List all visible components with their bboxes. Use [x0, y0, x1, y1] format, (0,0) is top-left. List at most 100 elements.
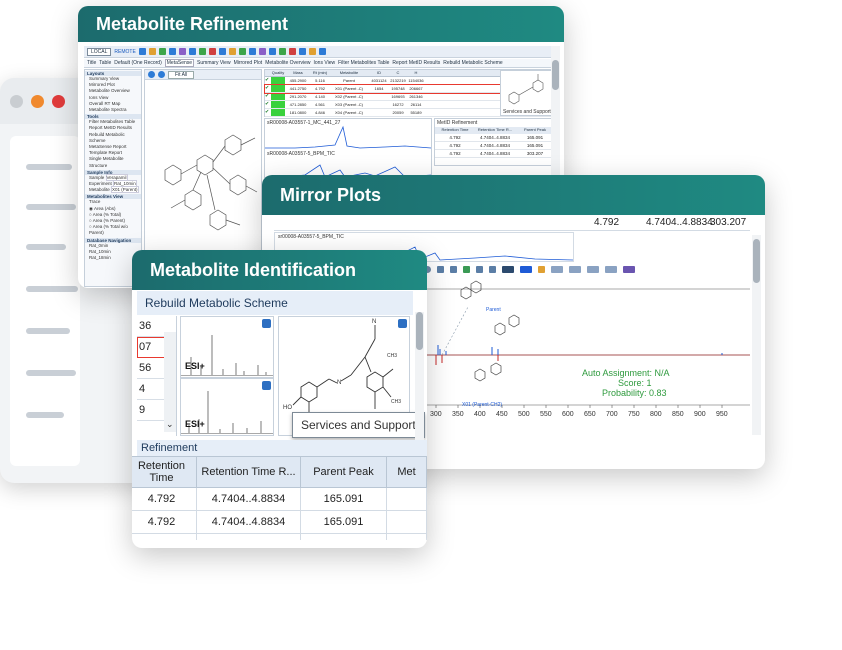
toolbar-icon[interactable] [308, 48, 316, 55]
table-header-cell[interactable]: Retention Time [132, 456, 197, 488]
tab-summary-view[interactable]: Summary View [197, 60, 231, 66]
chart-icon[interactable] [551, 265, 563, 273]
grid-cell: 4.792 [314, 86, 325, 91]
tab-report-metid[interactable]: Report MetID Results [392, 60, 440, 66]
table-cell: 303.207 [300, 533, 387, 540]
table-row[interactable]: 4.792 4.7404..4.8834 165.091 [132, 510, 427, 534]
chevron-down-icon[interactable]: ⌄ [166, 419, 174, 430]
peak-icon[interactable] [463, 265, 470, 273]
toolbar-icon[interactable] [248, 48, 256, 55]
toolbar-icon[interactable] [208, 48, 216, 55]
table-row[interactable]: 4.7924.7404..4.8834303.207 [132, 533, 427, 540]
toolbar-icon[interactable] [268, 48, 276, 55]
toolbar-icon[interactable] [168, 48, 176, 55]
tab-rebuild-scheme[interactable]: Rebuild Metabolic Scheme [443, 60, 502, 66]
first-icon[interactable] [437, 265, 444, 273]
table-header-cell[interactable]: Parent Peak [300, 456, 387, 488]
label-icon[interactable] [520, 265, 532, 273]
spectrum-link-icon[interactable] [262, 319, 271, 328]
chart-icon[interactable] [569, 265, 581, 273]
metid-cell: 4.792 [449, 143, 461, 148]
metabolite-identification-window: Metabolite Identification Rebuild Metabo… [132, 250, 427, 548]
tab-ions-view[interactable]: Ions View [314, 60, 336, 66]
toolbar-icon[interactable] [138, 48, 146, 55]
grid-cell [369, 93, 389, 100]
toolbar-icon[interactable] [298, 48, 306, 55]
toolbar-icon[interactable] [218, 48, 226, 55]
metid-cell: 165.091 [526, 143, 544, 148]
chart-icon[interactable] [587, 265, 599, 273]
grid-header-cell: Rt (min) [312, 70, 328, 75]
table-cell [386, 510, 427, 534]
placeholder-line [26, 412, 64, 418]
arrow-down-icon[interactable] [538, 265, 545, 273]
traffic-light-orange[interactable] [31, 94, 44, 108]
traffic-light-gray[interactable] [10, 94, 23, 108]
tab-mirrored-plot[interactable]: Mirrored Plot [234, 60, 263, 66]
spectrum-link-icon[interactable] [262, 381, 271, 390]
zoom-in-icon[interactable] [148, 71, 155, 78]
chart-icon[interactable] [605, 265, 617, 273]
refinement-table-title: Refinement [137, 440, 427, 456]
table-cell: 4.7404..4.8834 [196, 510, 301, 534]
id-scrollbar[interactable] [415, 312, 424, 440]
nav-item-tool[interactable]: Rebuild Metabolic Scheme [85, 132, 141, 144]
toolbar-icon[interactable] [258, 48, 266, 55]
tab-metabolite-overview[interactable]: Metabolite Overview [265, 60, 310, 66]
refinement-scroll-thumb[interactable] [552, 60, 559, 90]
tab-filter-metabolites[interactable]: Filter Metabolites Table [338, 60, 389, 66]
tab-table[interactable]: Table [99, 60, 111, 66]
toolbar-icon[interactable] [158, 48, 166, 55]
services-support-tooltip: Services and Support [292, 412, 425, 438]
tab-default[interactable]: Default (One Record) [114, 60, 162, 66]
grid-cell: 4.846 [314, 110, 325, 115]
toolbar-icon[interactable] [238, 48, 246, 55]
nav-item-tool[interactable]: Single Metabolite Structure [85, 156, 141, 168]
next-icon[interactable] [476, 265, 483, 273]
tab-metasense[interactable]: MetaSense [164, 59, 195, 67]
zoom-select[interactable]: Fit All [168, 70, 195, 79]
metid-header-cell: Retention Time [441, 127, 469, 132]
placeholder-line [26, 286, 78, 292]
tab-title[interactable]: Title [87, 60, 96, 66]
toolbar-icon[interactable] [278, 48, 286, 55]
grid-cell: 16272 [392, 102, 404, 107]
toolbar-icon[interactable] [198, 48, 206, 55]
last-icon[interactable] [489, 265, 496, 273]
structure-preview-tooltip: Services and Support [503, 109, 551, 115]
sample-info-row: Metabolite X01 (Parent) [85, 186, 141, 194]
remote-button[interactable]: REMOTE [114, 49, 135, 55]
grid-cell: X03 (Parent -C) [334, 102, 363, 107]
zoom-out-icon[interactable] [158, 71, 165, 78]
toolbar-icon[interactable] [188, 48, 196, 55]
mirror-scroll-thumb[interactable] [753, 239, 760, 283]
placeholder-line [26, 328, 70, 334]
table-row[interactable]: 4.792 4.7404..4.8834 165.091 [132, 487, 427, 511]
mirror-title: Mirror Plots [262, 175, 765, 215]
id-left-scrollbar[interactable]: ⌄ [164, 332, 176, 432]
spectrum-icon[interactable] [502, 265, 514, 273]
toolbar-icon[interactable] [228, 48, 236, 55]
grid-cell: 261346 [409, 94, 423, 99]
area-option-label: Area (% Parent) [92, 218, 125, 224]
toolbar-icon[interactable] [178, 48, 186, 55]
toolbar-icon[interactable] [288, 48, 296, 55]
area-option[interactable]: ○ Area (% Total w/o Parent) [85, 224, 141, 236]
traffic-light-red[interactable] [52, 94, 65, 108]
toolbar-icon[interactable] [318, 48, 326, 55]
table-header-cell[interactable]: Met [386, 456, 427, 488]
grid-cell: 4.140 [314, 94, 325, 99]
grid-cell: 291.2070 [289, 94, 307, 99]
prev-icon[interactable] [450, 265, 457, 273]
local-button[interactable]: LOCAL [87, 47, 112, 56]
table-header-cell[interactable]: Retention Time R... [196, 456, 301, 488]
metid-row: 4.792 4.7404..4.8834 165.091 [435, 134, 555, 142]
nav-item-layout[interactable]: Metabolite Spectra [85, 107, 141, 113]
id-spectrum-pane-2: ESI+ [180, 378, 274, 436]
metid-header-cell: Retention Time R... [477, 127, 513, 132]
chart-icon[interactable] [623, 265, 635, 273]
structure-link-icon[interactable] [398, 319, 407, 328]
toolbar-icon[interactable] [148, 48, 156, 55]
mirror-scrollbar[interactable] [752, 235, 761, 435]
id-scroll-thumb[interactable] [416, 312, 423, 350]
